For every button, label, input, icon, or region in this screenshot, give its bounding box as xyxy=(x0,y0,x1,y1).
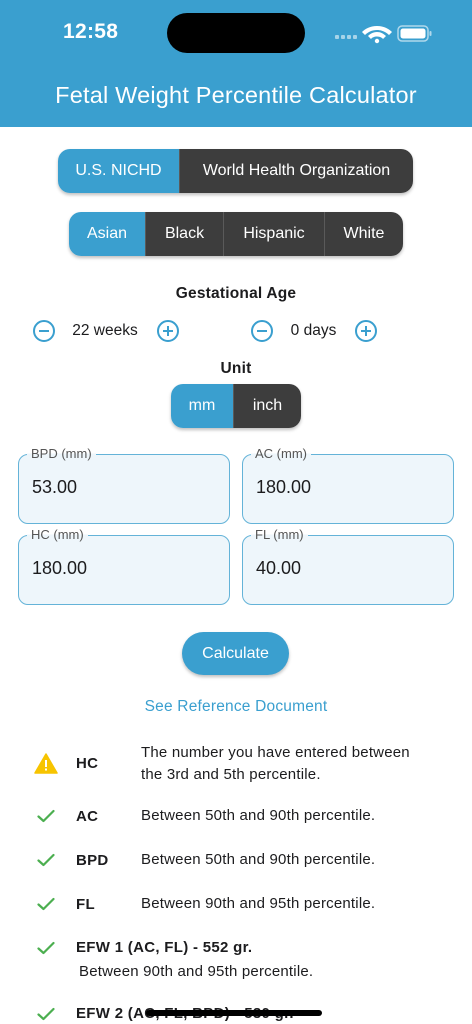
tab-world-health-organization[interactable]: World Health Organization xyxy=(180,149,413,193)
result-text-fl: Between 90th and 95th percentile. xyxy=(141,895,376,912)
warning-icon xyxy=(34,753,58,774)
result-text-efw1: Between 90th and 95th percentile. xyxy=(79,963,314,980)
app-header: 12:58 Fetal Weight Percentile Calculator xyxy=(0,0,472,127)
status-icons xyxy=(335,25,432,44)
ac-input[interactable] xyxy=(256,477,441,498)
unit-mm-option[interactable]: mm xyxy=(171,384,234,428)
hc-field: HC (mm) xyxy=(18,527,230,605)
days-value: 0 days xyxy=(290,322,337,339)
check-icon xyxy=(37,1007,55,1021)
page-title: Fetal Weight Percentile Calculator xyxy=(55,82,417,108)
battery-icon xyxy=(397,25,432,42)
check-icon xyxy=(37,897,55,911)
unit-segmented-control: mm inch xyxy=(171,384,301,428)
wifi-icon xyxy=(362,26,392,44)
reference-document-link[interactable]: See Reference Document xyxy=(0,698,472,716)
check-icon xyxy=(37,809,55,823)
weeks-value: 22 weeks xyxy=(72,322,138,339)
dynamic-island xyxy=(167,13,305,53)
fl-input[interactable] xyxy=(256,558,441,579)
cellular-signal-icon xyxy=(335,35,357,39)
gestational-age-title: Gestational Age xyxy=(175,285,297,302)
fl-field-label: FL (mm) xyxy=(251,527,308,542)
tab-black[interactable]: Black xyxy=(146,212,224,256)
redaction-scribble xyxy=(146,1010,322,1016)
bpd-field-label: BPD (mm) xyxy=(27,446,96,461)
bpd-input[interactable] xyxy=(32,477,217,498)
result-label-ac: AC xyxy=(76,808,99,825)
result-label-efw1: EFW 1 (AC, FL) - 552 gr. xyxy=(76,939,253,956)
days-increment-button[interactable] xyxy=(355,320,377,342)
tab-hispanic[interactable]: Hispanic xyxy=(224,212,325,256)
ac-field: AC (mm) xyxy=(242,446,454,524)
standard-segmented-control: U.S. NICHD World Health Organization xyxy=(58,149,413,193)
hc-input[interactable] xyxy=(32,558,217,579)
status-time: 12:58 xyxy=(63,20,119,43)
tab-white[interactable]: White xyxy=(325,212,403,256)
unit-title: Unit xyxy=(220,360,252,377)
weeks-decrement-button[interactable] xyxy=(33,320,55,342)
check-icon xyxy=(37,941,55,955)
ac-field-label: AC (mm) xyxy=(251,446,311,461)
check-icon xyxy=(37,853,55,867)
hc-field-label: HC (mm) xyxy=(27,527,88,542)
fl-field: FL (mm) xyxy=(242,527,454,605)
result-text-hc-line1: The number you have entered between xyxy=(141,744,410,761)
result-label-bpd: BPD xyxy=(76,852,109,869)
unit-inch-option[interactable]: inch xyxy=(234,384,301,428)
result-text-hc-line2: the 3rd and 5th percentile. xyxy=(141,766,321,783)
ethnicity-segmented-control: Asian Black Hispanic White xyxy=(69,212,403,256)
result-text-hc: The number you have entered between the … xyxy=(141,742,461,786)
weeks-increment-button[interactable] xyxy=(157,320,179,342)
bpd-field: BPD (mm) xyxy=(18,446,230,524)
tab-asian[interactable]: Asian xyxy=(69,212,146,256)
days-decrement-button[interactable] xyxy=(251,320,273,342)
tab-us-nichd[interactable]: U.S. NICHD xyxy=(58,149,180,193)
calculate-button[interactable]: Calculate xyxy=(182,632,289,675)
result-text-ac: Between 50th and 90th percentile. xyxy=(141,807,376,824)
result-text-bpd: Between 50th and 90th percentile. xyxy=(141,851,376,868)
result-label-fl: FL xyxy=(76,896,95,913)
result-label-hc: HC xyxy=(76,755,99,772)
